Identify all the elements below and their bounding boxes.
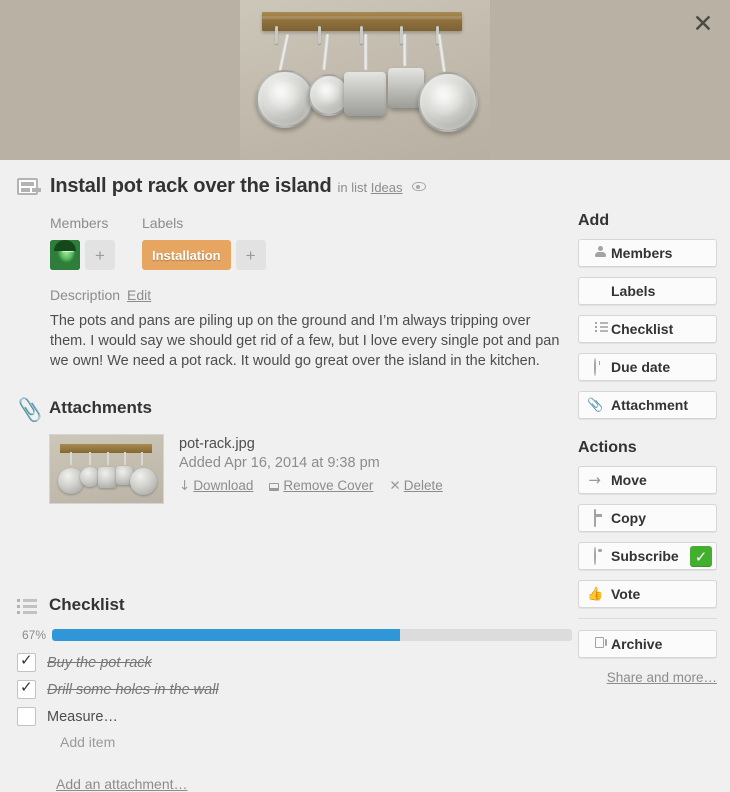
add-item-button[interactable]: Add item (60, 734, 115, 750)
list-name-link[interactable]: Ideas (371, 180, 403, 195)
checklist-progress: 67% (14, 628, 572, 642)
person-icon (587, 246, 602, 261)
progress-fill (52, 629, 401, 641)
delete-action[interactable]: ✕ Delete (389, 478, 442, 494)
checklist-item-label[interactable]: Drill some holes in the wall (47, 682, 219, 698)
archive-button[interactable]: Archive (578, 630, 717, 658)
checklist-item-label[interactable]: Measure… (47, 709, 118, 725)
edit-description-link[interactable]: Edit (127, 287, 151, 303)
title-row: Install pot rack over the island in list … (50, 175, 562, 198)
add-section-heading: Add (578, 212, 610, 229)
move-button[interactable]: → Move (578, 466, 717, 494)
add-attachment-link[interactable]: Add an attachment… (56, 776, 188, 792)
checklist-item: Buy the pot rack (17, 649, 557, 676)
share-and-more-link[interactable]: Share and more… (578, 670, 717, 685)
watch-eye-icon[interactable] (411, 182, 426, 191)
remove-cover-action[interactable]: Remove Cover (269, 478, 373, 494)
labels-heading: Labels (142, 215, 184, 231)
download-arrow-icon: ↓ (179, 478, 191, 494)
card-detail-window: ✕ Install pot rack over the island in lis… (0, 0, 730, 792)
labels-section: Labels Installation + (142, 215, 266, 270)
sidebar-divider (578, 618, 717, 619)
list-icon (587, 321, 606, 337)
checklist-item-checkbox[interactable] (17, 651, 36, 672)
description-section: Description Edit The pots and pans are pi… (50, 287, 562, 371)
description-heading: Description (50, 287, 121, 303)
vote-button[interactable]: 👍 Vote (578, 580, 717, 608)
checklist-item-checkbox[interactable] (17, 707, 36, 726)
progress-track (52, 629, 572, 641)
members-heading: Members (50, 215, 109, 231)
checklist-item-checkbox[interactable] (17, 678, 36, 699)
card-cover: ✕ (0, 0, 730, 160)
avatar[interactable] (50, 240, 80, 270)
progress-percent-label: 67% (21, 628, 46, 642)
attachments-heading: Attachments (49, 398, 152, 417)
paperclip-icon: 📎 (587, 397, 604, 413)
paperclip-icon: 📎 (15, 396, 45, 424)
checklist-icon (17, 599, 39, 621)
archive-icon (587, 637, 602, 652)
label-chip[interactable]: Installation (142, 240, 231, 270)
checklist-item: Drill some holes in the wall (17, 676, 557, 703)
download-action[interactable]: ↓ Download (179, 478, 253, 494)
in-list-prefix: in list (337, 180, 368, 195)
add-label-button[interactable]: + (235, 240, 266, 270)
clock-icon (587, 357, 602, 376)
add-labels-button[interactable]: Labels (578, 277, 717, 305)
members-section: Members + (50, 215, 115, 270)
attachment-added-date: Added Apr 16, 2014 at 9:38 pm (179, 455, 380, 471)
description-heading-row: Description Edit (50, 287, 562, 303)
cover-photo (240, 0, 490, 160)
add-due-date-button[interactable]: Due date (578, 353, 717, 381)
attachment-actions: ↓ Download Remove Cover ✕ Delete (179, 478, 443, 494)
tag-icon (587, 284, 602, 299)
subscribed-check-badge: ✓ (690, 546, 712, 567)
eye-icon (587, 546, 602, 565)
subscribe-button[interactable]: Subscribe ✓ (578, 542, 717, 570)
cover-icon (269, 483, 280, 491)
actions-section-heading: Actions (578, 439, 637, 456)
attachment-row: pot-rack.jpg Added Apr 16, 2014 at 9:38 … (49, 434, 443, 504)
in-list-text: in list Ideas (337, 180, 402, 195)
copy-button[interactable]: Copy (578, 504, 717, 532)
card-sidebar: Add Members Labels Checklist Due date 📎 … (578, 160, 723, 685)
add-members-button[interactable]: Members (578, 239, 717, 267)
close-button[interactable]: ✕ (686, 6, 720, 40)
checklist-items: Buy the pot rack Drill some holes in the … (17, 649, 557, 730)
attachment-thumbnail[interactable] (49, 434, 164, 504)
thumbs-up-icon: 👍 (587, 586, 604, 602)
add-checklist-button[interactable]: Checklist (578, 315, 717, 343)
close-x-icon: ✕ (389, 478, 401, 494)
description-text: The pots and pans are piling up on the g… (50, 313, 560, 369)
card-icon (17, 178, 39, 200)
checklist-heading: Checklist (49, 595, 125, 614)
checklist-item-label[interactable]: Buy the pot rack (47, 655, 152, 671)
attachment-filename: pot-rack.jpg (179, 436, 255, 452)
page-title: Install pot rack over the island (50, 175, 332, 197)
checklist-item: Measure… (17, 703, 557, 730)
arrow-right-icon: → (588, 470, 601, 489)
add-attachment-button[interactable]: 📎 Attachment (578, 391, 717, 419)
card-icon (587, 508, 602, 527)
add-member-button[interactable]: + (85, 240, 115, 270)
